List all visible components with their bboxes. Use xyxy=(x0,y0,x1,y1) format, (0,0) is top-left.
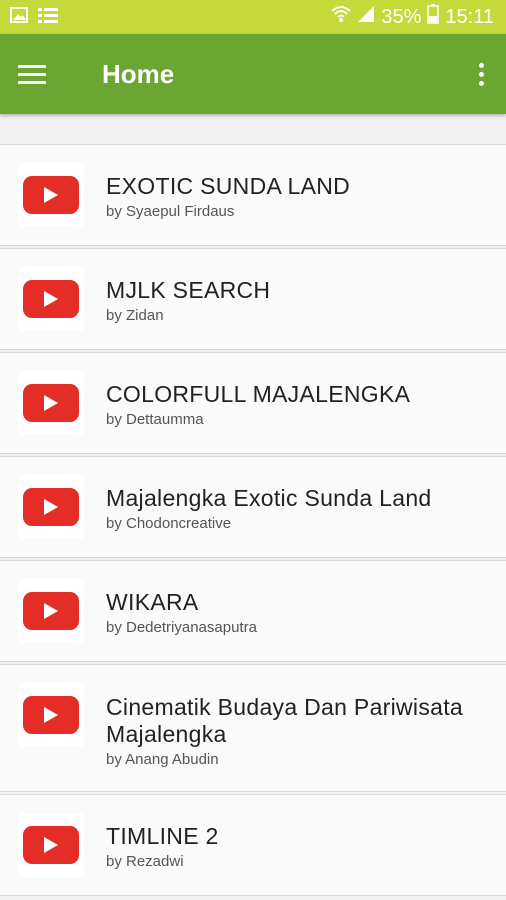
page-title: Home xyxy=(102,58,175,89)
youtube-icon xyxy=(18,371,84,435)
status-right: 35% 15:11 xyxy=(331,4,494,30)
video-title: COLORFULL MAJALENGKA xyxy=(106,381,411,407)
video-author: by Anang Abudin xyxy=(106,751,219,768)
video-title: WIKARA xyxy=(106,589,199,615)
list-item[interactable]: Majalengka Exotic Sunda Land by Chodoncre… xyxy=(0,456,506,558)
status-left xyxy=(10,6,58,28)
clock: 15:11 xyxy=(445,5,494,28)
video-title: Majalengka Exotic Sunda Land xyxy=(106,485,432,511)
youtube-icon xyxy=(18,163,84,227)
video-title: MJLK SEARCH xyxy=(106,277,271,303)
battery-icon xyxy=(427,4,440,30)
checklist-icon xyxy=(38,7,58,28)
youtube-icon xyxy=(18,579,84,643)
video-author: by Zidan xyxy=(106,307,164,324)
image-icon xyxy=(10,6,28,28)
video-author: by Dedetriyanasaputra xyxy=(106,619,257,636)
status-bar: 35% 15:11 xyxy=(0,0,506,34)
video-list: EXOTIC SUNDA LAND by Syaepul Firdaus MJLK… xyxy=(0,144,506,898)
youtube-icon xyxy=(18,813,84,877)
list-item[interactable]: EXOTIC SUNDA LAND by Syaepul Firdaus xyxy=(0,144,506,246)
video-author: by Chodoncreative xyxy=(106,515,232,532)
video-author: by Syaepul Firdaus xyxy=(106,203,235,220)
wifi-icon xyxy=(331,5,352,29)
menu-icon[interactable] xyxy=(18,59,48,89)
youtube-icon xyxy=(18,475,84,539)
battery-percent: 35% xyxy=(381,5,422,28)
list-item[interactable]: TIMLINE 2 by Rezadwi xyxy=(0,794,506,896)
youtube-icon xyxy=(18,683,84,747)
video-title: EXOTIC SUNDA LAND xyxy=(106,173,351,199)
signal-icon xyxy=(357,5,375,29)
list-item[interactable]: WIKARA by Dedetriyanasaputra xyxy=(0,560,506,662)
youtube-icon xyxy=(18,267,84,331)
app-bar: Home xyxy=(0,34,506,114)
video-author: by Dettaumma xyxy=(106,411,204,428)
video-title: TIMLINE 2 xyxy=(106,823,219,849)
video-title: Cinematik Budaya Dan Pariwisata Majaleng… xyxy=(106,694,464,747)
list-item[interactable]: COLORFULL MAJALENGKA by Dettaumma xyxy=(0,352,506,454)
list-item[interactable]: Cinematik Budaya Dan Pariwisata Majaleng… xyxy=(0,664,506,792)
more-vert-icon[interactable] xyxy=(468,57,494,91)
list-item[interactable]: MJLK SEARCH by Zidan xyxy=(0,248,506,350)
video-author: by Rezadwi xyxy=(106,853,184,870)
